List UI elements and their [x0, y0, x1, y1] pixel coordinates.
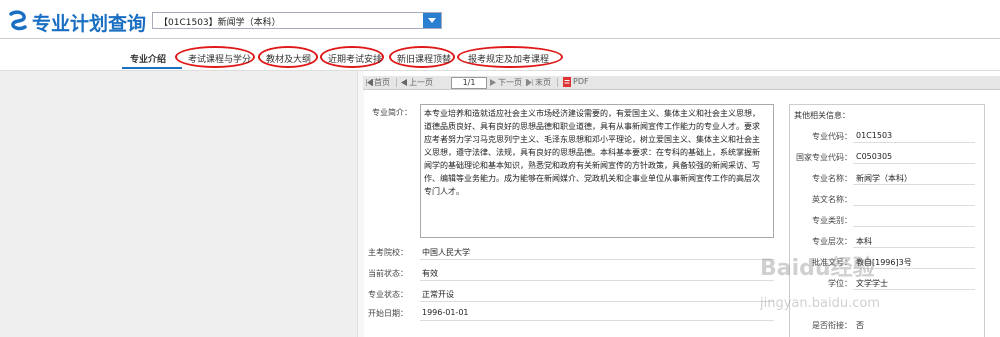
field-underline: [853, 205, 975, 206]
app-logo-icon: [9, 10, 27, 31]
field-underline: [853, 184, 975, 185]
info-label: 是否衔接：: [812, 321, 852, 330]
watermark-logo: Baidu经验: [760, 256, 875, 281]
first-page-icon: [366, 79, 373, 86]
field-underline: [420, 320, 774, 321]
tab-exam-courses[interactable]: 考试课程与学分: [188, 52, 251, 65]
field-underline: [853, 226, 975, 227]
tab-course-replacement[interactable]: 新旧课程顶替: [397, 52, 451, 65]
field-underline: [420, 280, 774, 281]
tab-intro[interactable]: 专业介绍: [130, 52, 166, 65]
intro-label: 专业简介：: [372, 108, 412, 117]
last-page-button[interactable]: 末页: [535, 77, 551, 88]
detail-label: 专业状态：: [368, 290, 408, 299]
detail-label: 主考院校：: [368, 248, 408, 257]
header-divider: [0, 38, 1000, 39]
field-underline: [853, 142, 975, 143]
info-value: 否: [856, 321, 864, 330]
intro-text: 本专业培养和造就适应社会主义市场经济建设需要的，有爱国主义、集体主义和社会主义思…: [424, 109, 760, 196]
detail-label: 开始日期：: [368, 309, 408, 318]
info-value: C050305: [856, 152, 893, 161]
active-tab-underline: [122, 67, 182, 69]
watermark-url: jingyan.baidu.com: [760, 296, 880, 311]
page-title: 专业计划查询: [32, 13, 147, 35]
page-number-input[interactable]: 1/1: [451, 77, 487, 89]
left-pane: [0, 71, 357, 337]
dropdown-button[interactable]: [423, 13, 441, 28]
detail-label: 当前状态：: [368, 269, 408, 278]
last-page-icon: [526, 79, 533, 86]
major-select[interactable]: 【01C1503】新闻学（本科）: [152, 12, 442, 29]
major-select-value: 【01C1503】新闻学（本科）: [159, 18, 281, 28]
info-label: 英文名称：: [812, 195, 852, 204]
tab-exam-schedule[interactable]: 近期考试安排: [328, 52, 382, 65]
info-label: 专业名称：: [812, 174, 852, 183]
field-underline: [853, 163, 975, 164]
detail-value: 1996-01-01: [422, 308, 469, 317]
other-info-title: 其他相关信息：: [794, 111, 850, 120]
field-underline: [420, 259, 774, 260]
chevron-down-icon: [428, 18, 436, 23]
toolbar-separator: [396, 78, 397, 87]
next-page-button[interactable]: 下一页: [498, 77, 522, 88]
field-underline: [853, 247, 975, 248]
detail-value: 有效: [422, 269, 438, 278]
detail-value: 中国人民大学: [422, 248, 470, 257]
next-page-icon: [490, 79, 496, 86]
prev-page-icon: [401, 79, 407, 86]
report-toolbar: 首页 上一页 1/1 下一页 末页 PDF: [363, 76, 1000, 90]
export-pdf-button[interactable]: PDF: [573, 77, 589, 86]
detail-value: 正常开设: [422, 290, 454, 299]
info-value: 新闻学（本科）: [856, 174, 912, 183]
prev-page-button[interactable]: 上一页: [409, 77, 433, 88]
info-label: 专业类别：: [812, 216, 852, 225]
tab-registration-rules[interactable]: 报考规定及加考课程: [468, 52, 549, 65]
info-label: 专业层次：: [812, 237, 852, 246]
toolbar-separator: [557, 78, 558, 87]
info-value: 01C1503: [856, 131, 893, 140]
field-underline: [420, 301, 774, 302]
tab-textbooks[interactable]: 教材及大纲: [266, 52, 311, 65]
info-label: 国家专业代码：: [796, 153, 852, 162]
info-value: 本科: [856, 237, 872, 246]
pdf-icon: [563, 77, 571, 87]
first-page-button[interactable]: 首页: [374, 77, 390, 88]
info-label: 专业代码：: [812, 132, 852, 141]
field-underline: [853, 289, 975, 290]
intro-textarea[interactable]: 本专业培养和造就适应社会主义市场经济建设需要的，有爱国主义、集体主义和社会主义思…: [420, 104, 774, 238]
